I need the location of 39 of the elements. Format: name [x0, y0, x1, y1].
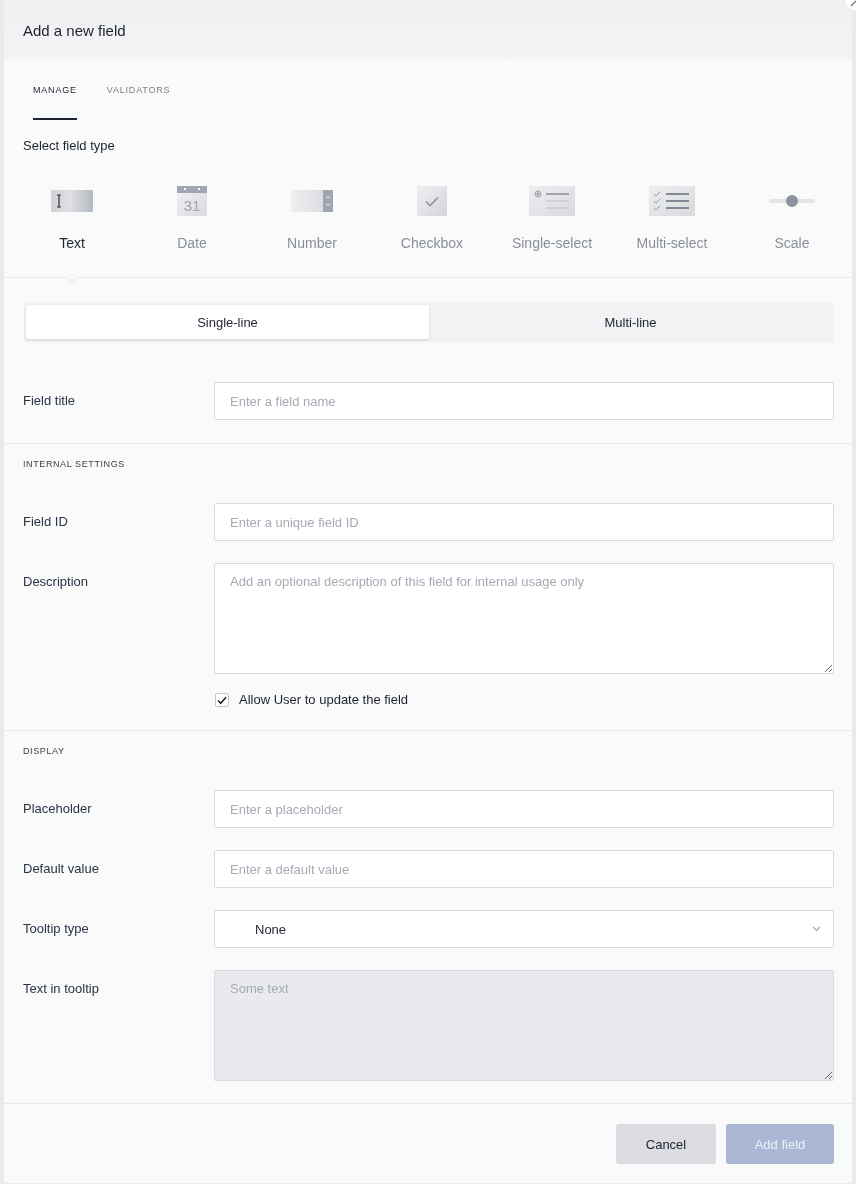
chevron-down-icon — [812, 926, 821, 932]
field-type-option[interactable]: Number — [252, 170, 372, 277]
calendar-icon: 31 — [177, 186, 207, 216]
section-heading: INTERNAL SETTINGS — [23, 458, 126, 470]
field-label: Description — [23, 573, 90, 590]
text-input[interactable]: Enter a default value — [214, 850, 834, 888]
tab[interactable]: MANAGE — [33, 84, 77, 120]
text-input[interactable]: Enter a field name — [214, 382, 834, 420]
field-type-option[interactable]: 31 Date — [132, 170, 252, 277]
checkbox-label: Allow User to update the field — [239, 692, 409, 708]
slider-icon — [769, 195, 815, 207]
section-heading: DISPLAY — [23, 745, 66, 757]
segment-tab[interactable]: Multi-line — [429, 305, 832, 339]
dropdown-select[interactable]: None — [214, 910, 834, 948]
text-input-icon — [51, 190, 93, 212]
cancel-button[interactable]: Cancel — [616, 1124, 716, 1164]
dialog-title: Add a new field — [23, 21, 126, 39]
segment-tab[interactable]: Single-line — [26, 305, 429, 339]
field-label: Tooltip type — [23, 920, 90, 937]
field-label: Field ID — [23, 513, 69, 530]
field-type-option[interactable]: Single-select — [492, 170, 612, 277]
field-type-option[interactable]: Scale — [732, 170, 852, 277]
checklist-icon — [649, 186, 695, 216]
field-label: Placeholder — [23, 800, 93, 817]
field-type-option[interactable]: Multi-select — [612, 170, 732, 277]
field-type-option[interactable]: Checkbox — [372, 170, 492, 277]
checkbox-icon — [417, 186, 447, 216]
field-label: Field title — [23, 392, 77, 409]
field-label: Text in tooltip — [23, 980, 100, 997]
number-stepper-icon — [291, 190, 333, 212]
radio-list-icon — [529, 186, 575, 216]
text-area[interactable]: Add an optional description of this field for internal usage only — [214, 563, 834, 674]
checkbox[interactable] — [215, 693, 229, 707]
field-type-option[interactable]: Text — [12, 170, 132, 277]
text-input[interactable]: Enter a unique field ID — [214, 503, 834, 541]
field-label: Default value — [23, 860, 100, 877]
tab[interactable]: VALIDATORS — [106, 84, 171, 120]
section-heading: Select field type — [22, 139, 116, 153]
text-input[interactable]: Enter a placeholder — [214, 790, 834, 828]
